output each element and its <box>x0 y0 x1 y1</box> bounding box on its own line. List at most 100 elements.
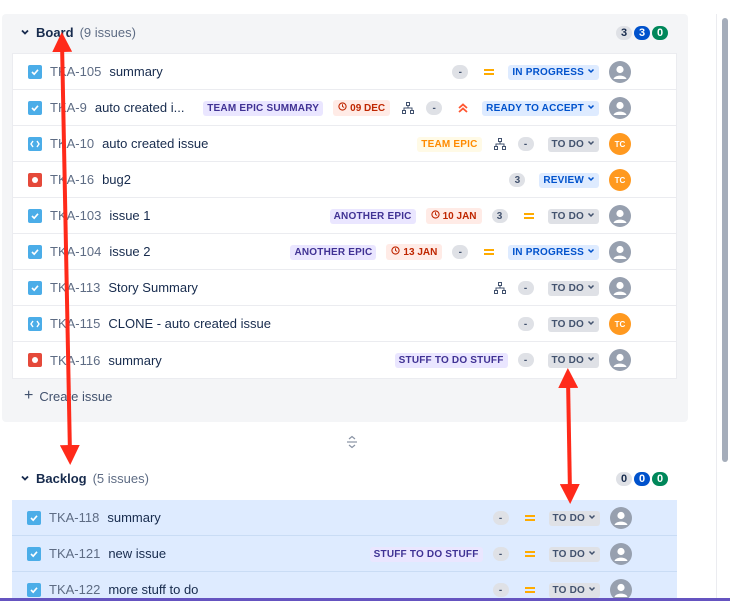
epic-lozenge[interactable]: TEAM EPIC <box>417 136 482 152</box>
issue-key[interactable]: TKA-103 <box>50 208 101 223</box>
issue-key[interactable]: TKA-115 <box>50 316 100 331</box>
chevron-down-icon <box>587 103 595 114</box>
estimate-badge[interactable]: 3 <box>509 173 526 187</box>
estimate-badge[interactable]: - <box>517 137 534 151</box>
status-dropdown[interactable]: IN PROGRESS <box>508 64 599 80</box>
scrollbar-thumb[interactable] <box>722 18 728 462</box>
issue-row[interactable]: TKA-116 summary STUFF TO DO STUFF - TO DO <box>13 342 676 378</box>
status-dropdown[interactable]: TO DO <box>547 208 599 224</box>
status-label: TO DO <box>551 354 584 366</box>
issue-key[interactable]: TKA-9 <box>50 100 87 115</box>
issue-meta: ANOTHER EPIC 13 JAN - IN PROGRESS <box>290 234 676 270</box>
hierarchy-icon[interactable] <box>400 100 416 116</box>
status-label: IN PROGRESS <box>512 246 584 258</box>
issue-key[interactable]: TKA-121 <box>49 546 100 561</box>
create-issue-button[interactable]: + Create issue <box>24 386 112 406</box>
chevron-down-icon <box>587 211 595 222</box>
issue-row[interactable]: TKA-9 auto created i... TEAM EPIC SUMMARY 0… <box>13 90 676 126</box>
issue-row[interactable]: TKA-103 issue 1 ANOTHER EPIC 10 JAN 3 TO DO <box>13 198 676 234</box>
issue-summary: bug2 <box>102 172 131 187</box>
status-dropdown[interactable]: TO DO <box>547 352 599 368</box>
issue-key[interactable]: TKA-116 <box>50 353 100 368</box>
due-date-badge: 13 JAN <box>386 244 443 260</box>
issue-key[interactable]: TKA-16 <box>50 172 94 187</box>
issue-meta: TEAM EPIC - TO DO TC <box>417 126 676 162</box>
estimate-badge[interactable]: 3 <box>491 209 508 223</box>
avatar-icon[interactable] <box>609 277 631 299</box>
chevron-down-icon[interactable] <box>18 27 32 37</box>
status-dropdown[interactable]: TO DO <box>547 280 599 296</box>
estimate-badge[interactable]: - <box>492 511 509 525</box>
avatar-icon[interactable] <box>609 349 631 371</box>
priority-high-icon <box>456 101 470 115</box>
issue-key[interactable]: TKA-113 <box>50 280 100 295</box>
chevron-down-icon <box>587 283 595 294</box>
issue-row[interactable]: TKA-105 summary - IN PROGRESS <box>13 54 676 90</box>
backlog-header[interactable]: Backlog (5 issues) <box>18 468 149 488</box>
in-progress-count: 3 <box>634 26 650 40</box>
estimate-badge[interactable]: - <box>517 353 534 367</box>
avatar-icon[interactable] <box>610 543 632 565</box>
board-header[interactable]: Board (9 issues) <box>18 22 136 42</box>
estimate-badge[interactable]: - <box>426 101 443 115</box>
status-label: TO DO <box>552 584 585 596</box>
status-dropdown[interactable]: IN PROGRESS <box>508 244 599 260</box>
status-dropdown[interactable]: TO DO <box>547 316 599 332</box>
done-count: 0 <box>652 472 668 486</box>
issue-key[interactable]: TKA-105 <box>50 64 101 79</box>
board-issue-count: (9 issues) <box>79 24 136 40</box>
chevron-down-icon <box>587 139 595 150</box>
status-dropdown[interactable]: TO DO <box>548 510 600 526</box>
estimate-badge[interactable]: - <box>452 245 469 259</box>
chevron-down-icon[interactable] <box>18 473 32 483</box>
issue-row[interactable]: TKA-121 new issue STUFF TO DO STUFF - TO DO <box>12 536 677 572</box>
status-dropdown[interactable]: TO DO <box>547 136 599 152</box>
estimate-badge[interactable]: - <box>452 65 469 79</box>
avatar[interactable]: TC <box>609 133 631 155</box>
resize-handle-icon[interactable] <box>344 434 360 450</box>
avatar[interactable]: TC <box>609 169 631 191</box>
estimate-badge[interactable]: - <box>517 281 534 295</box>
epic-lozenge[interactable]: STUFF TO DO STUFF <box>369 546 483 562</box>
chevron-down-icon <box>587 355 595 366</box>
issue-summary: issue 1 <box>109 208 151 223</box>
avatar-icon[interactable] <box>609 61 631 83</box>
avatar-icon[interactable] <box>609 241 631 263</box>
chevron-down-icon <box>587 175 595 186</box>
issue-row[interactable]: TKA-122 more stuff to do - TO DO <box>12 572 677 601</box>
avatar[interactable]: TC <box>609 313 631 335</box>
avatar-icon[interactable] <box>609 205 631 227</box>
issue-row[interactable]: TKA-10 auto created issue TEAM EPIC - TO DO T… <box>13 126 676 162</box>
estimate-badge[interactable]: - <box>517 317 534 331</box>
epic-lozenge[interactable]: STUFF TO DO STUFF <box>394 352 508 368</box>
issue-key[interactable]: TKA-10 <box>50 136 94 151</box>
issue-key[interactable]: TKA-118 <box>49 510 99 525</box>
issue-key[interactable]: TKA-104 <box>50 244 101 259</box>
status-dropdown[interactable]: READY TO ACCEPT <box>482 100 599 116</box>
estimate-badge[interactable]: - <box>492 583 509 597</box>
issue-row[interactable]: TKA-118 summary - TO DO <box>12 500 677 536</box>
bug-icon <box>28 172 42 187</box>
estimate-badge[interactable]: - <box>492 547 509 561</box>
status-dropdown[interactable]: REVIEW <box>539 172 599 188</box>
issue-meta: - TO DO <box>492 270 676 306</box>
epic-lozenge[interactable]: TEAM EPIC SUMMARY <box>203 100 324 116</box>
avatar-icon[interactable] <box>610 507 632 529</box>
issue-row[interactable]: TKA-104 issue 2 ANOTHER EPIC 13 JAN - IN PROG… <box>13 234 676 270</box>
clock-icon <box>338 102 347 114</box>
issue-summary: new issue <box>108 546 167 561</box>
hierarchy-icon[interactable] <box>492 280 508 296</box>
status-dropdown[interactable]: TO DO <box>548 582 600 598</box>
epic-lozenge[interactable]: ANOTHER EPIC <box>329 208 416 224</box>
status-dropdown[interactable]: TO DO <box>548 546 600 562</box>
hierarchy-icon[interactable] <box>492 136 508 152</box>
avatar-icon[interactable] <box>609 97 631 119</box>
issue-row[interactable]: TKA-16 bug2 3 REVIEW TC <box>13 162 676 198</box>
issue-row[interactable]: TKA-115 CLONE - auto created issue - TO DO T… <box>13 306 676 342</box>
bug-icon <box>28 353 42 367</box>
backlog-title: Backlog <box>36 470 87 486</box>
issue-key[interactable]: TKA-122 <box>49 582 100 597</box>
issue-row[interactable]: TKA-113 Story Summary - TO DO <box>13 270 676 306</box>
vertical-scrollbar[interactable] <box>716 14 730 601</box>
epic-lozenge[interactable]: ANOTHER EPIC <box>290 244 377 260</box>
